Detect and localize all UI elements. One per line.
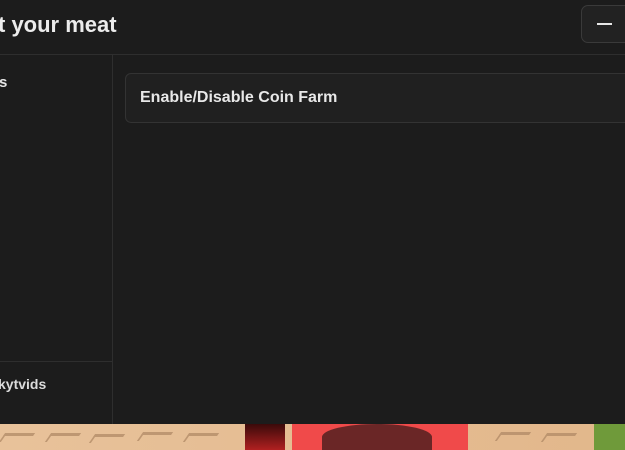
title-bar[interactable]: t your meat	[0, 0, 625, 55]
floor-tile	[494, 432, 532, 441]
floor-tile	[0, 433, 36, 442]
grass-block	[594, 424, 625, 450]
floor-tile	[182, 433, 220, 442]
floor-tile	[88, 434, 126, 443]
floor-tile	[136, 432, 174, 441]
sidebar: ts kytvids	[0, 55, 113, 424]
character-head	[322, 424, 432, 450]
sidebar-username: kytvids	[0, 376, 47, 392]
coin-farm-toggle-label: Enable/Disable Coin Farm	[140, 89, 338, 106]
coin-farm-toggle[interactable]: Enable/Disable Coin Farm	[125, 73, 625, 123]
script-hub-window: t your meat ts kytvids Enable/Disable Co…	[0, 0, 625, 424]
minus-icon	[597, 23, 612, 25]
game-viewport	[0, 424, 625, 450]
floor-tile	[44, 433, 82, 442]
window-title: t your meat	[0, 12, 117, 37]
character-part	[245, 424, 285, 450]
floor-tile	[540, 433, 578, 442]
minimize-button[interactable]	[581, 5, 625, 43]
sidebar-divider	[0, 361, 112, 362]
sidebar-tab[interactable]: ts	[0, 74, 7, 91]
